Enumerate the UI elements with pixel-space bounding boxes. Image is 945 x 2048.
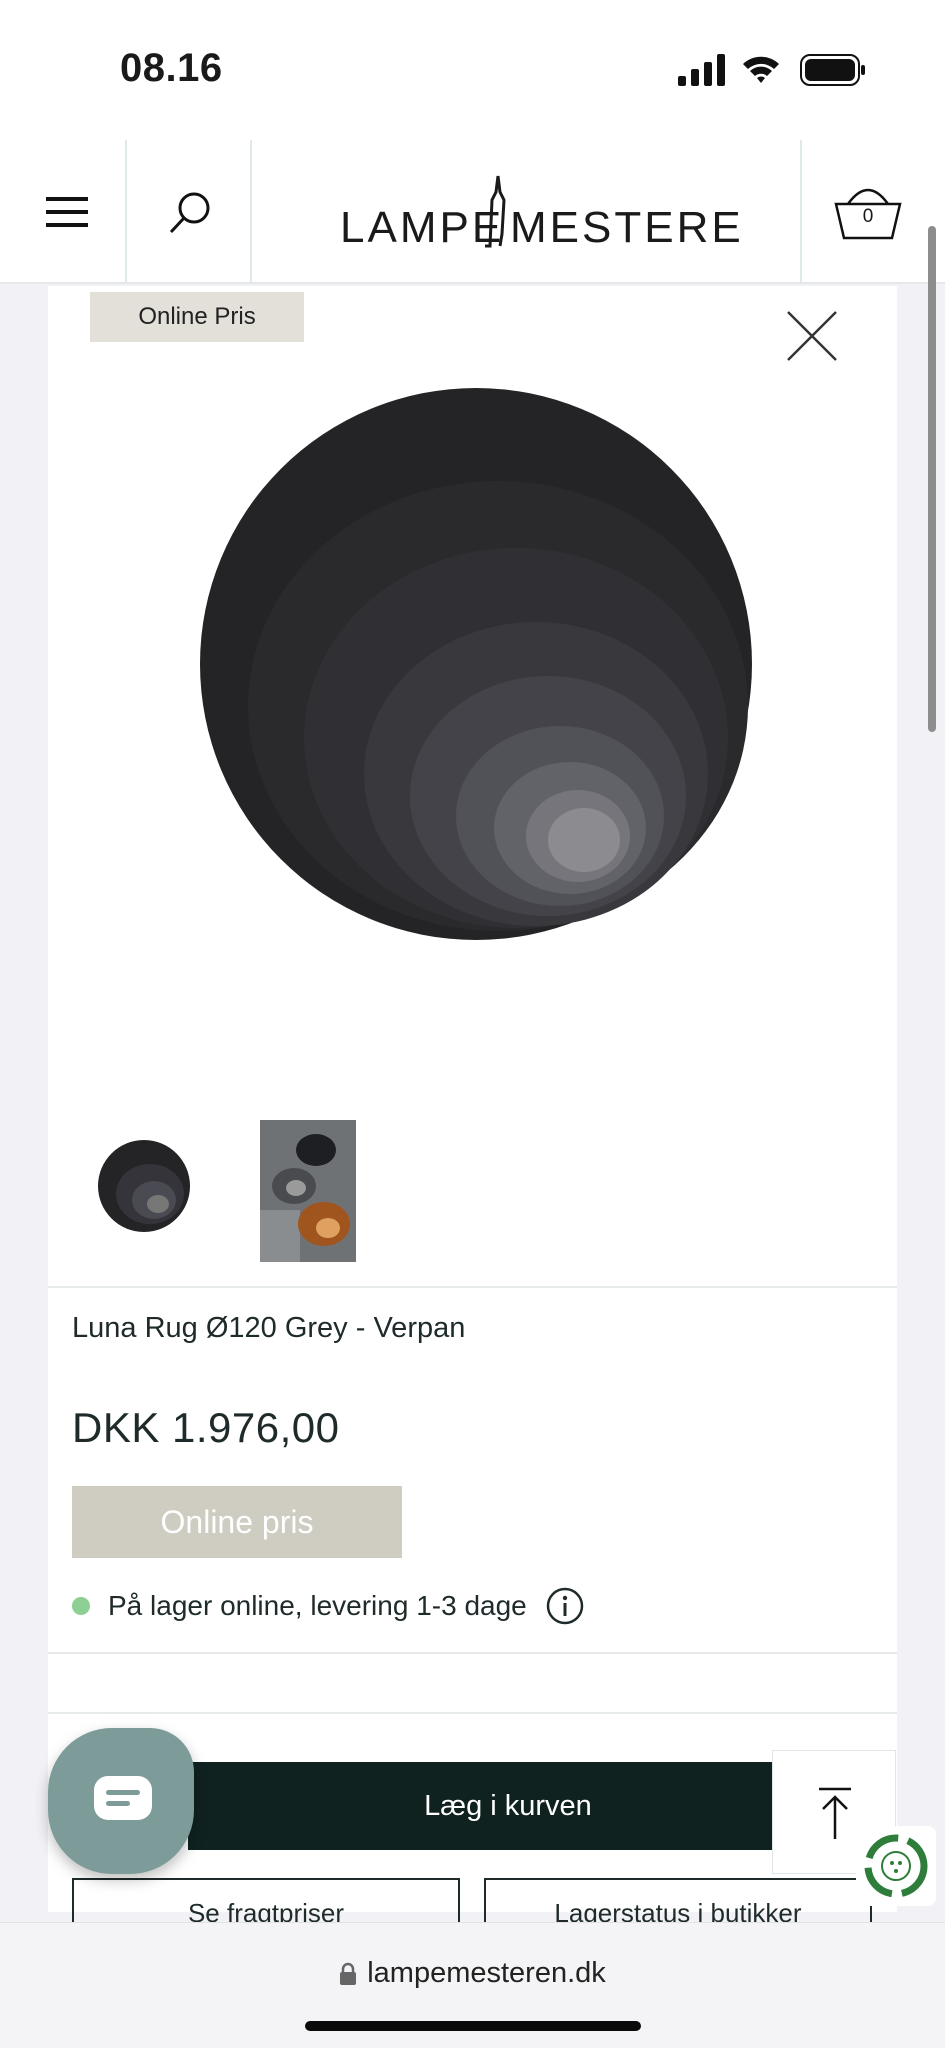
cart-button[interactable]: 0 [830, 180, 906, 244]
divider [48, 1286, 897, 1288]
wifi-icon [743, 56, 779, 83]
search-button[interactable] [150, 182, 230, 242]
divider [48, 1652, 897, 1654]
stock-text: På lager online, levering 1-3 dage [108, 1590, 527, 1621]
header-divider [125, 140, 127, 284]
site-logo[interactable]: LAMPE MESTEREN [340, 170, 775, 260]
status-time: 08.16 [120, 46, 223, 90]
info-icon[interactable] [545, 1586, 585, 1626]
product-price: DKK 1.976,00 [72, 1404, 340, 1451]
add-to-cart-button[interactable]: Læg i kurven [188, 1762, 828, 1850]
recycle-icon [864, 1834, 928, 1898]
online-price-badge: Online Pris [90, 292, 304, 342]
product-card: Online Pris Luna Rug Ø120 Grey - Verpan … [48, 286, 897, 1938]
home-indicator [305, 2021, 641, 2031]
thumbnail-room[interactable] [260, 1120, 356, 1262]
online-price-button: Online pris [72, 1486, 402, 1558]
product-title: Luna Rug Ø120 Grey - Verpan [72, 1312, 466, 1344]
svg-text:MESTEREN: MESTEREN [510, 203, 740, 252]
menu-button[interactable] [30, 182, 104, 242]
chat-button[interactable] [48, 1728, 194, 1874]
cart-count: 0 [862, 206, 874, 227]
battery-icon [800, 54, 865, 86]
address-bar[interactable]: lampemesteren.dk [0, 1957, 945, 1990]
url-text: lampemesteren.dk [367, 1957, 606, 1989]
site-header: LAMPE MESTEREN 0 [0, 140, 945, 284]
header-divider [250, 140, 252, 284]
svg-text:LAMPE: LAMPE [340, 203, 504, 252]
header-divider [800, 140, 802, 284]
status-bar: 08.16 [0, 0, 945, 140]
page: 08.16 LAMPE MESTERE 0 Online Pris Luna R… [0, 0, 945, 2048]
divider [48, 1712, 897, 1714]
hamburger-menu-icon [46, 197, 88, 227]
close-icon[interactable] [784, 308, 840, 364]
scrollbar[interactable] [928, 226, 936, 732]
lock-icon [340, 1962, 357, 1985]
thumbnail-rug[interactable] [96, 1138, 192, 1234]
search-icon [169, 192, 210, 234]
eco-badge[interactable] [856, 1826, 936, 1906]
chat-icon [94, 1776, 152, 1820]
stock-status: På lager online, levering 1-3 dage [72, 1584, 585, 1628]
signal-icon [678, 54, 725, 86]
stock-dot [72, 1597, 90, 1615]
product-image[interactable] [198, 386, 758, 946]
browser-bar: lampemesteren.dk [0, 1922, 945, 2048]
